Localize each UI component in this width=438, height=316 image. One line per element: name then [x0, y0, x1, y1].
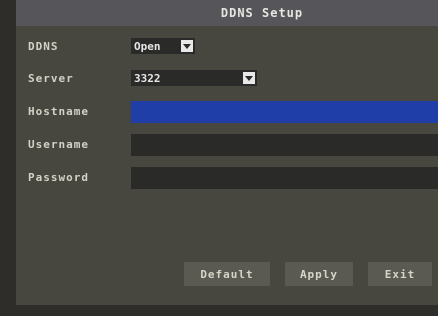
username-label: Username — [28, 138, 89, 151]
ddns-select-value: Open — [134, 39, 161, 53]
ddns-select[interactable]: Open — [131, 38, 195, 54]
screen-bezel-bottom — [0, 305, 438, 316]
dialog-title-bar: DDNS Setup — [16, 0, 438, 26]
server-label: Server — [28, 72, 74, 85]
screen-bezel-left — [0, 0, 16, 316]
exit-button[interactable]: Exit — [368, 262, 432, 286]
server-select[interactable]: 3322 — [131, 70, 257, 86]
hostname-label: Hostname — [28, 105, 89, 118]
ddns-label: DDNS — [28, 40, 59, 53]
server-select-value: 3322 — [134, 71, 161, 85]
default-button[interactable]: Default — [184, 262, 270, 286]
chevron-down-icon[interactable] — [243, 72, 255, 84]
apply-button[interactable]: Apply — [285, 262, 353, 286]
password-label: Password — [28, 171, 89, 184]
dialog-title: DDNS Setup — [220, 6, 304, 20]
password-field[interactable] — [131, 167, 438, 189]
username-field[interactable] — [131, 134, 438, 156]
ddns-setup-screen: DDNS Setup DDNS Open Server 3322 Hostnam… — [0, 0, 438, 316]
hostname-field[interactable] — [131, 101, 438, 123]
chevron-down-icon[interactable] — [181, 40, 193, 52]
